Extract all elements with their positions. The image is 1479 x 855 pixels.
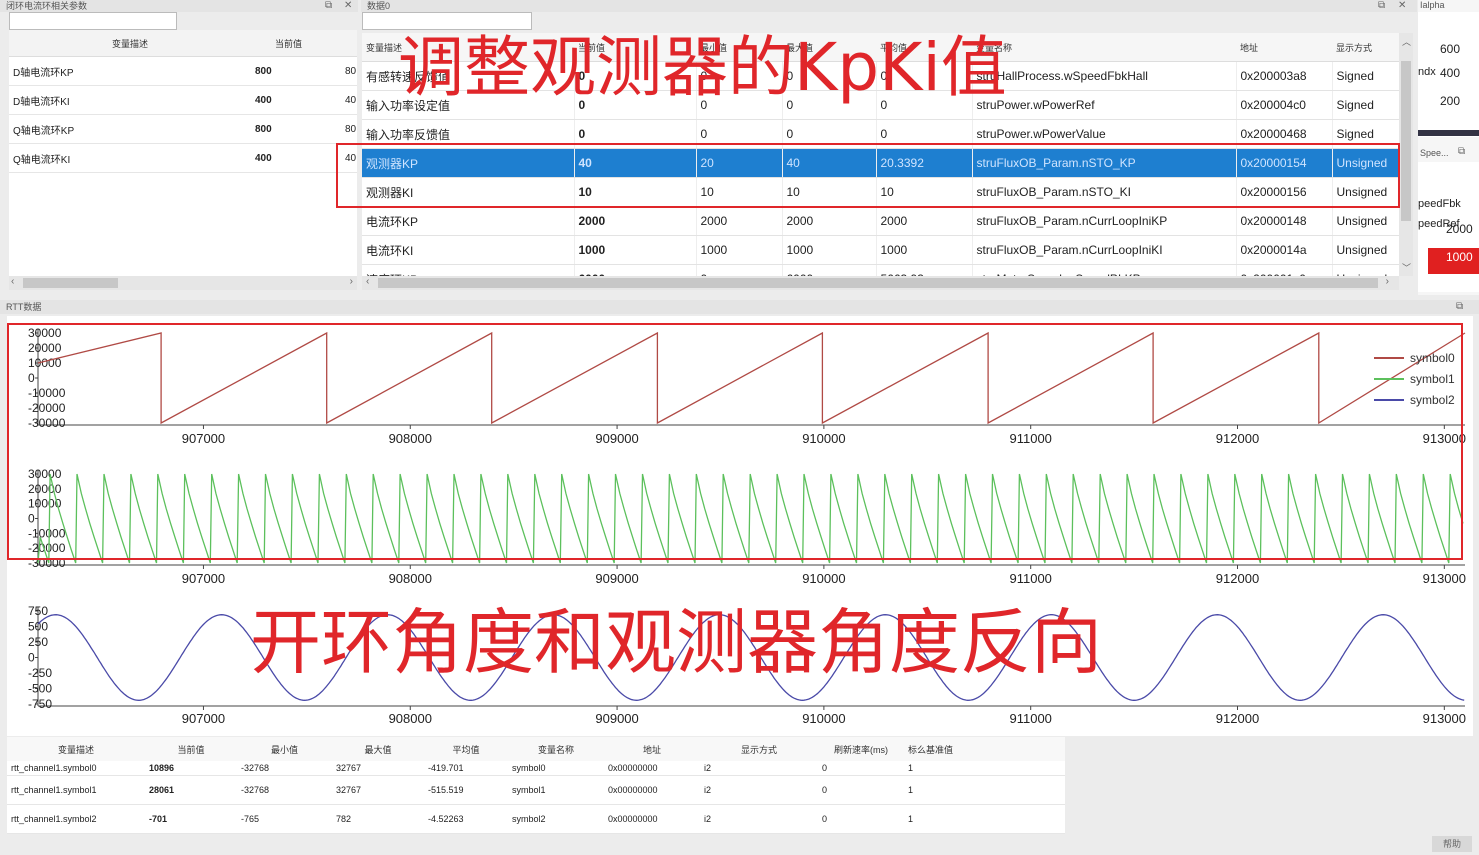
x-tick-label: 908000 — [389, 711, 432, 726]
y-tick-label: 500 — [28, 620, 48, 634]
annotation-box-rtt-charts — [7, 323, 1463, 560]
x-tick-label: 909000 — [595, 571, 638, 586]
row-avg: -4.52263 — [424, 804, 508, 834]
x-tick-label: 913000 — [1423, 571, 1466, 586]
annotation-box-observer-rows — [336, 143, 1400, 208]
x-tick-label: 910000 — [802, 571, 845, 586]
col-min-header[interactable]: 最小值 — [237, 737, 332, 761]
row-desc: rtt_channel1.symbol2 — [7, 804, 145, 834]
row-avg: -515.519 — [424, 775, 508, 805]
table-row[interactable]: rtt_channel1.symbol2 -701 -765 782 -4.52… — [7, 804, 1065, 834]
y-tick-label: -250 — [28, 666, 52, 680]
y-tick-label: -750 — [28, 697, 52, 711]
x-tick-label: 912000 — [1216, 711, 1259, 726]
col-name-header[interactable]: 变量名称 — [508, 737, 604, 761]
row-addr: 0x00000000 — [604, 804, 700, 834]
row-name: symbol0 — [508, 761, 604, 776]
y-tick-label: 750 — [28, 604, 48, 618]
row-current: 28061 — [145, 775, 237, 805]
row-desc: rtt_channel1.symbol0 — [7, 761, 145, 776]
col-addr-header[interactable]: 地址 — [604, 737, 700, 761]
row-base: 1 — [904, 804, 1065, 834]
x-tick-label: 909000 — [595, 711, 638, 726]
x-tick-label: 907000 — [182, 571, 225, 586]
row-avg: -419.701 — [424, 761, 508, 776]
row-min: -765 — [237, 804, 332, 834]
row-addr: 0x00000000 — [604, 775, 700, 805]
col-rate-header[interactable]: 刷新速率(ms) — [818, 737, 904, 761]
row-max: 782 — [332, 804, 424, 834]
row-rate: 0 — [818, 775, 904, 805]
x-tick-label: 913000 — [1423, 711, 1466, 726]
row-base: 1 — [904, 761, 1065, 776]
row-base: 1 — [904, 775, 1065, 805]
row-mode: i2 — [700, 804, 818, 834]
row-current: -701 — [145, 804, 237, 834]
row-min: -32768 — [237, 775, 332, 805]
row-addr: 0x00000000 — [604, 761, 700, 776]
row-max: 32767 — [332, 761, 424, 776]
row-current: 10896 — [145, 761, 237, 776]
x-tick-label: 912000 — [1216, 571, 1259, 586]
x-tick-label: 911000 — [1009, 571, 1051, 586]
annotation-top: 调整观测器的KpKi值 — [398, 29, 1007, 106]
row-rate: 0 — [818, 761, 904, 776]
row-desc: rtt_channel1.symbol1 — [7, 775, 145, 805]
col-current-header[interactable]: 当前值 — [145, 737, 237, 761]
row-max: 32767 — [332, 775, 424, 805]
col-avg-header[interactable]: 平均值 — [424, 737, 508, 761]
y-tick-label: -500 — [28, 682, 52, 696]
x-tick-label: 907000 — [182, 711, 225, 726]
y-tick-label: 250 — [28, 635, 48, 649]
row-mode: i2 — [700, 775, 818, 805]
row-min: -32768 — [237, 761, 332, 776]
row-name: symbol1 — [508, 775, 604, 805]
x-tick-label: 911000 — [1009, 711, 1051, 726]
table-row[interactable]: rtt_channel1.symbol0 10896 -32768 32767 … — [7, 761, 1065, 776]
row-name: symbol2 — [508, 804, 604, 834]
col-mode-header[interactable]: 显示方式 — [700, 737, 818, 761]
row-rate: 0 — [818, 804, 904, 834]
y-tick-label: 0 — [28, 651, 35, 665]
rtt-variable-table: 变量描述 当前值 最小值 最大值 平均值 变量名称 地址 显示方式 刷新速率(m… — [7, 737, 1065, 834]
col-base-header[interactable]: 标么基准值 — [904, 737, 1065, 761]
annotation-bottom: 开环角度和观测器角度反向 — [250, 601, 1103, 684]
x-tick-label: 908000 — [389, 571, 432, 586]
table-row[interactable]: rtt_channel1.symbol1 28061 -32768 32767 … — [7, 775, 1065, 805]
col-desc-header[interactable]: 变量描述 — [7, 737, 145, 761]
col-max-header[interactable]: 最大值 — [332, 737, 424, 761]
row-mode: i2 — [700, 761, 818, 776]
help-button[interactable]: 帮助 — [1432, 836, 1472, 852]
x-tick-label: 910000 — [802, 711, 845, 726]
